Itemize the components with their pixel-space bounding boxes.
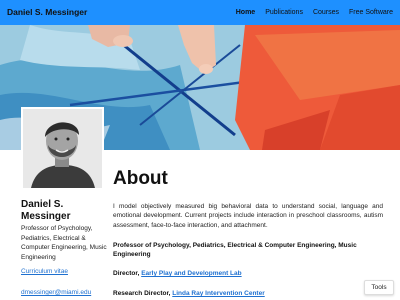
nav-item-publications[interactable]: Publications [265, 0, 303, 25]
research-director-line: Research Director, Linda Ray Interventio… [113, 289, 383, 298]
email-link[interactable]: dmessinger@miami.edu [21, 289, 91, 296]
linda-ray-link[interactable]: Linda Ray Intervention Center [172, 290, 264, 297]
nav-item-free-software[interactable]: Free Software [349, 0, 393, 25]
profile-avatar [21, 107, 104, 190]
nav-item-home[interactable]: Home [236, 0, 255, 25]
site-brand[interactable]: Daniel S. Messinger [7, 0, 87, 25]
tools-button[interactable]: Tools [364, 280, 394, 295]
cv-link[interactable]: Curriculum vitae [21, 268, 68, 275]
nav-item-courses[interactable]: Courses [313, 0, 339, 25]
position-line: Professor of Psychology, Pediatrics, Ele… [113, 242, 357, 259]
epad-lab-link[interactable]: Early Play and Development Lab [141, 270, 241, 277]
director-line: Director, Early Play and Development Lab [113, 269, 383, 278]
research-director-label: Research Director, [113, 290, 171, 297]
profile-name: Daniel S. Messinger [21, 199, 71, 222]
about-heading: About [113, 168, 168, 189]
profile-role: Professor of Psychology, Pediatrics, Ele… [21, 225, 107, 261]
director-label: Director, [113, 270, 140, 277]
nav-links: Home Publications Courses Free Software [226, 0, 393, 25]
about-body: I model objectively measured big behavio… [113, 203, 383, 229]
top-navbar: Daniel S. Messinger Home Publications Co… [0, 0, 400, 25]
